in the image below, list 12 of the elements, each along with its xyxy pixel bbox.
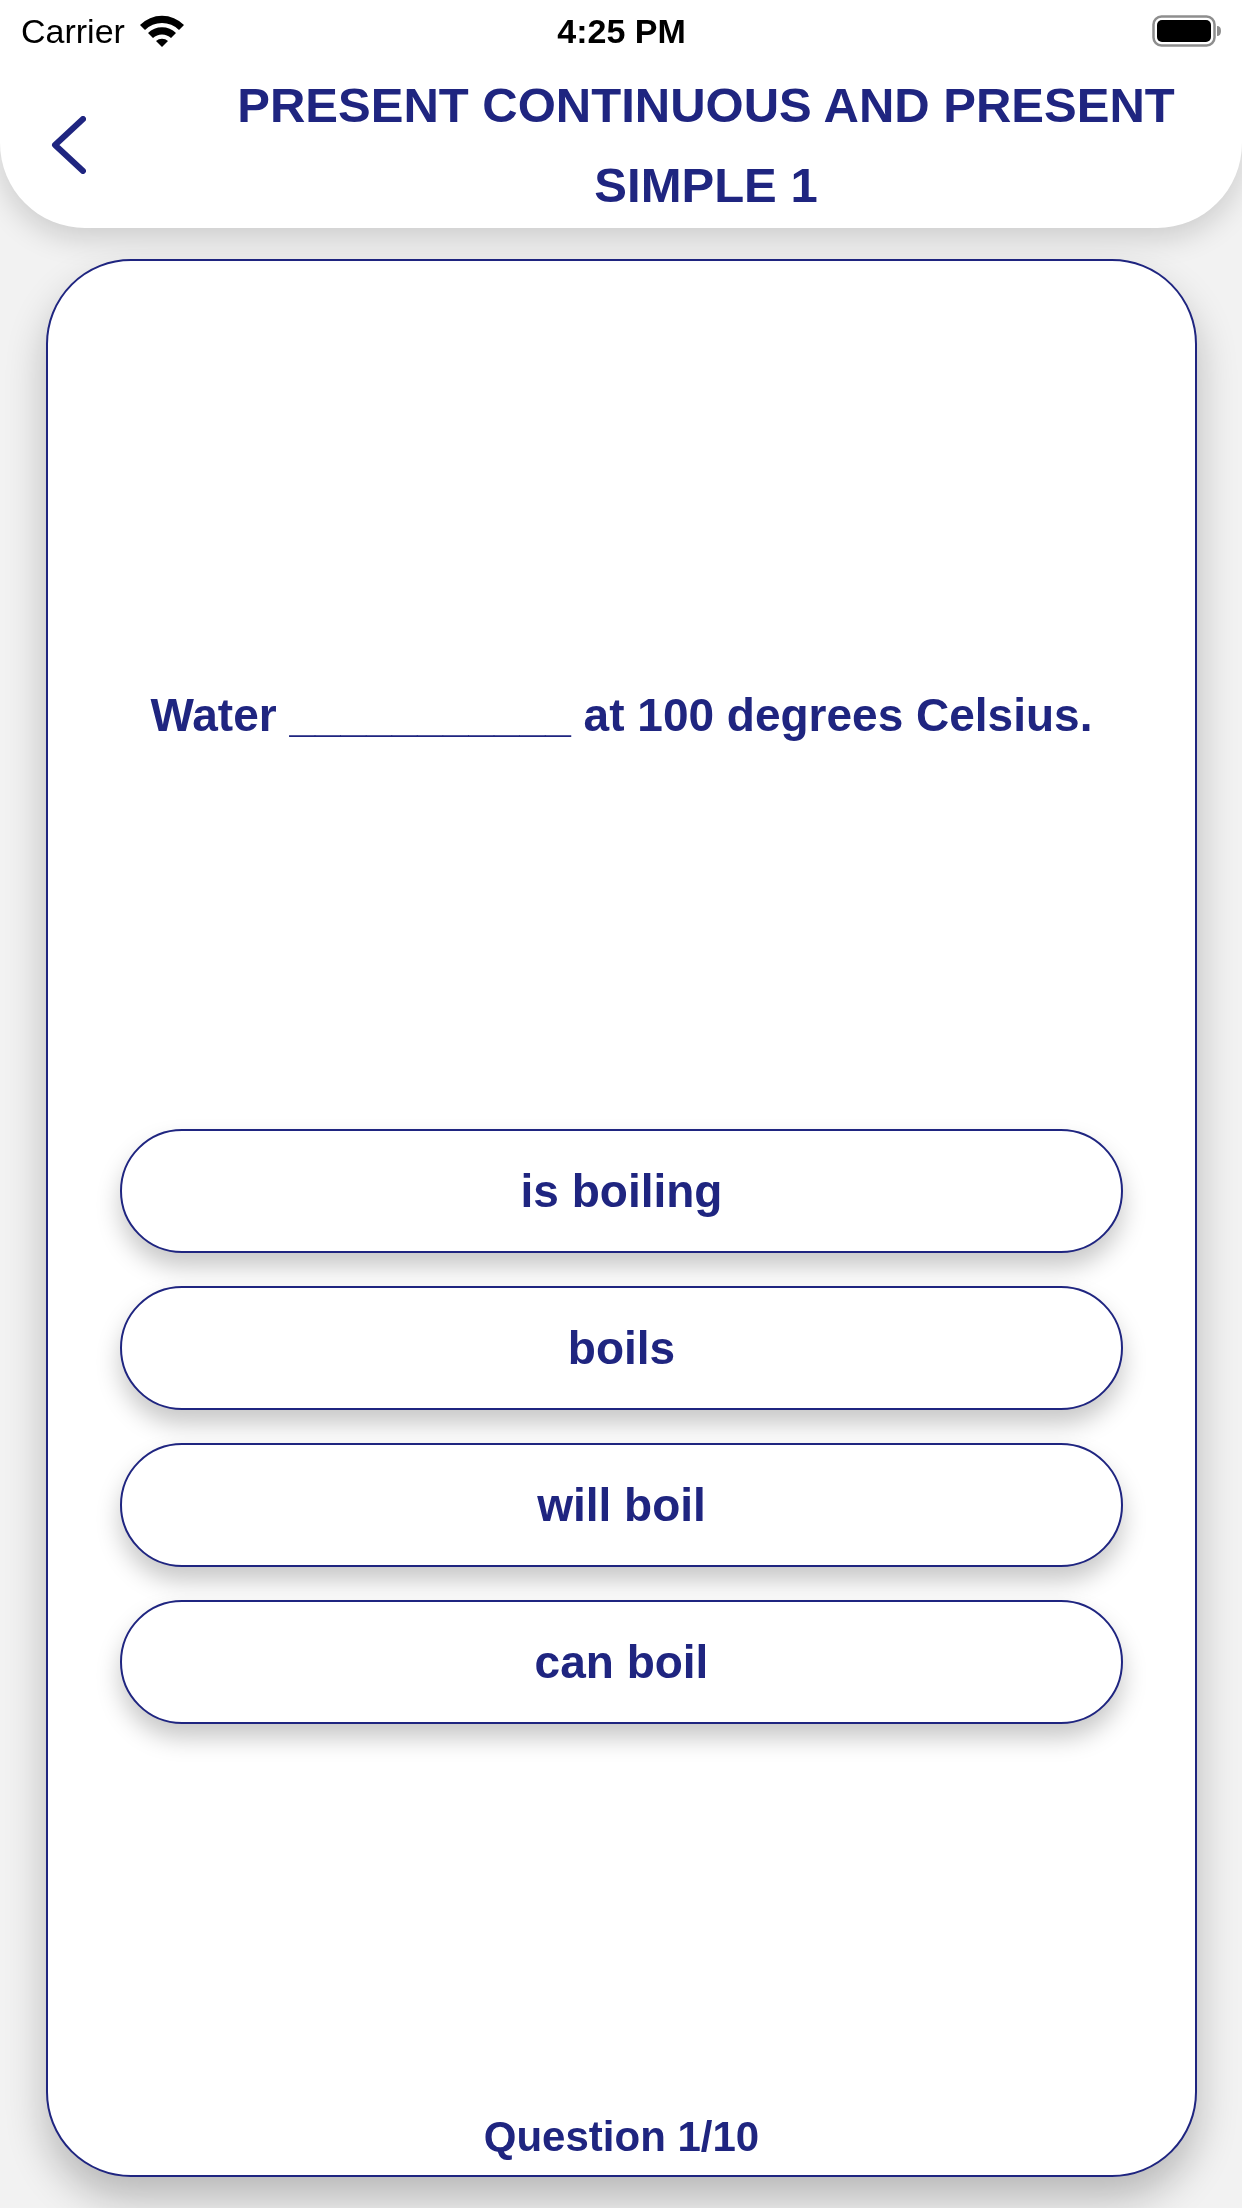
question-counter: Question 1/10 [482, 2113, 761, 2162]
question-text: Water ___________ at 100 degrees Celsius. [150, 688, 1093, 743]
battery-icon [1152, 15, 1222, 47]
wifi-icon [138, 14, 185, 48]
answer-option-button[interactable]: is boiling [120, 1129, 1123, 1253]
clock-time: 4:25 PM [557, 11, 686, 51]
answer-option-button[interactable]: boils [120, 1286, 1123, 1410]
carrier-label: Carrier [21, 11, 125, 51]
answer-option-button[interactable]: will boil [120, 1443, 1123, 1567]
screen-title: PRESENT CONTINUOUS AND PRESENT SIMPLE 1 [236, 77, 1176, 214]
back-chevron-icon [50, 116, 86, 174]
answer-option-button[interactable]: can boil [120, 1600, 1123, 1724]
